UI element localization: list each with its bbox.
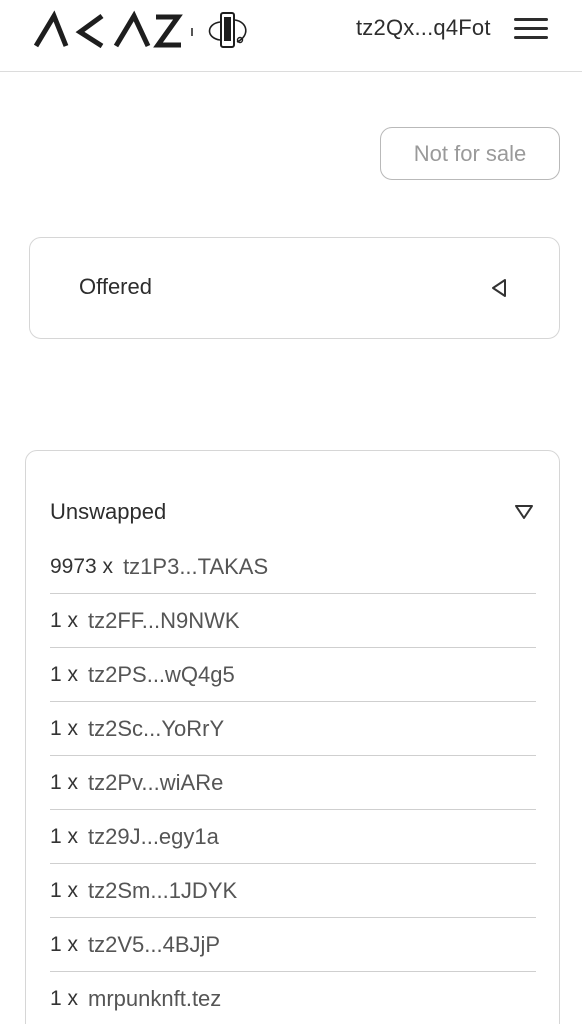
hamburger-menu-icon[interactable] xyxy=(514,15,550,43)
holder-qty: 1 x xyxy=(50,608,79,632)
holder-row: 1 x tz2FF...N9NWK xyxy=(50,594,536,648)
holder-row: 9973 x tz1P3...TAKAS xyxy=(50,540,536,594)
holder-address[interactable]: tz2Pv...wiARe xyxy=(88,770,223,796)
holder-qty: 1 x xyxy=(50,986,79,1010)
holder-qty: 9973 x xyxy=(50,554,114,578)
holder-address[interactable]: mrpunknft.tez xyxy=(88,986,221,1012)
akas-logo[interactable] xyxy=(34,10,254,54)
holder-address[interactable]: tz1P3...TAKAS xyxy=(123,554,268,580)
triangle-down-icon xyxy=(515,505,533,519)
holder-qty: 1 x xyxy=(50,824,79,848)
holder-row: 1 x tz2Sc...YoRrY xyxy=(50,702,536,756)
holder-qty: 1 x xyxy=(50,878,79,902)
not-for-sale-button[interactable]: Not for sale xyxy=(380,127,560,180)
holder-qty: 1 x xyxy=(50,770,79,794)
holder-address[interactable]: tz2Sm...1JDYK xyxy=(88,878,237,904)
offered-section-toggle[interactable]: Offered xyxy=(29,237,560,339)
holder-row: 1 x tz2PS...wQ4g5 xyxy=(50,648,536,702)
holder-address[interactable]: tz2FF...N9NWK xyxy=(88,608,240,634)
holder-qty: 1 x xyxy=(50,662,79,686)
wallet-address[interactable]: tz2Qx...q4Fot xyxy=(356,15,491,41)
holder-row: 1 x tz29J...egy1a xyxy=(50,810,536,864)
triangle-left-icon xyxy=(492,279,506,297)
offered-label: Offered xyxy=(79,274,152,299)
holder-row: 1 x mrpunknft.tez xyxy=(50,972,536,1024)
holder-address[interactable]: tz29J...egy1a xyxy=(88,824,219,850)
unswapped-title: Unswapped xyxy=(50,499,167,524)
holder-address[interactable]: tz2Sc...YoRrY xyxy=(88,716,224,742)
holder-row: 1 x tz2Sm...1JDYK xyxy=(50,864,536,918)
unswapped-toggle[interactable]: Unswapped xyxy=(50,499,540,527)
holder-row: 1 x tz2Pv...wiARe xyxy=(50,756,536,810)
holder-row: 1 x tz2V5...4BJjP xyxy=(50,918,536,972)
device-swap-icon xyxy=(208,12,247,48)
holder-address[interactable]: tz2PS...wQ4g5 xyxy=(88,662,235,688)
holder-qty: 1 x xyxy=(50,716,79,740)
top-header: tz2Qx...q4Fot xyxy=(0,0,582,72)
holder-qty: 1 x xyxy=(50,932,79,956)
holders-list: 9973 x tz1P3...TAKAS 1 x tz2FF...N9NWK 1… xyxy=(50,540,536,1024)
holder-address[interactable]: tz2V5...4BJjP xyxy=(88,932,220,958)
unswapped-panel: Unswapped 9973 x tz1P3...TAKAS 1 x tz2FF… xyxy=(25,450,560,1024)
